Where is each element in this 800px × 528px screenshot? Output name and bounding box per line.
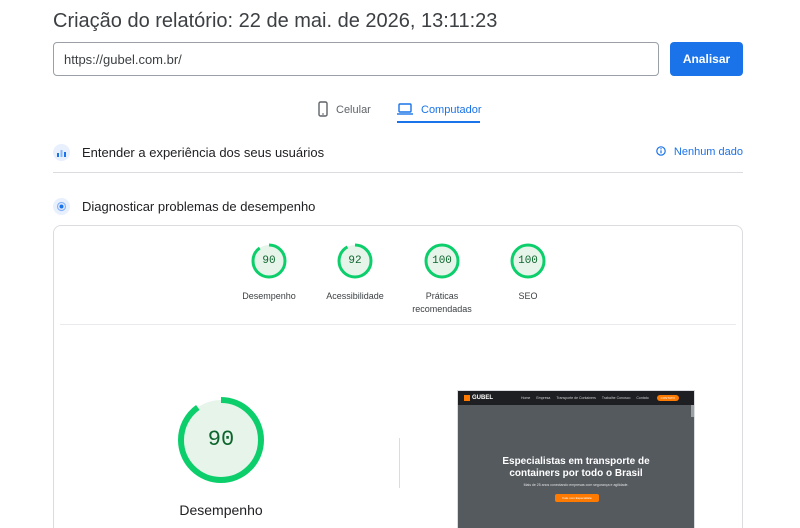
gauge-seo: 100 — [509, 242, 547, 280]
no-data-label: Nenhum dado — [673, 146, 743, 158]
score-accessibility-value: 92 — [348, 255, 362, 267]
page-screenshot: GUBEL Home Empresa Transporte de Contain… — [457, 390, 695, 528]
users-chart-icon — [53, 143, 70, 161]
page-title: Criação do relatório: 22 de mai. de 2026… — [53, 10, 498, 32]
score-best-practices-label: Práticas recomendadas — [412, 291, 472, 314]
tab-desktop-label: Computador — [421, 104, 482, 116]
screenshot-heading-line1: Especialistas em transporte de — [502, 456, 650, 467]
analyze-button[interactable]: Analisar — [670, 42, 743, 76]
logo-mark-icon — [464, 395, 470, 401]
score-best-practices[interactable]: 100 Práticas recomendadas — [402, 242, 482, 316]
score-accessibility[interactable]: 92 Acessibilidade — [315, 242, 395, 303]
card-divider — [60, 324, 736, 325]
laptop-icon — [397, 102, 413, 118]
score-performance-value: 90 — [262, 255, 276, 267]
experience-section: Entender a experiência dos seus usuários… — [53, 140, 743, 164]
gauge-best-practices: 100 — [423, 242, 461, 280]
url-input[interactable] — [53, 42, 659, 76]
score-seo-value: 100 — [518, 255, 538, 267]
scores-card: 90 Desempenho 92 Acessibilidade 100 Prát… — [53, 225, 743, 528]
score-seo-label: SEO — [518, 291, 538, 301]
phone-icon — [318, 100, 328, 120]
screenshot-menu-item: Empresa — [536, 396, 551, 400]
screenshot-menu-item: Transporte de Containers — [556, 396, 596, 400]
screenshot-scrollbar — [691, 405, 694, 417]
section-divider — [53, 172, 743, 173]
tab-mobile-label: Celular — [336, 104, 371, 116]
diagnose-title: Diagnosticar problemas de desempenho — [82, 198, 316, 214]
diagnose-icon — [53, 197, 70, 215]
tab-mobile[interactable]: Celular — [318, 96, 371, 124]
diagnose-section: Diagnosticar problemas de desempenho — [53, 194, 743, 218]
screenshot-heading: Especialistas em transporte de container… — [458, 456, 694, 480]
main-score-label: Desempenho — [179, 502, 263, 518]
gauge-performance: 90 — [250, 242, 288, 280]
score-accessibility-label: Acessibilidade — [326, 291, 384, 301]
main-performance-gauge: 90 — [177, 396, 265, 484]
score-performance-label: Desempenho — [242, 291, 296, 301]
tab-desktop[interactable]: Computador — [397, 96, 482, 124]
screenshot-cta: CONTATO — [656, 395, 679, 401]
screenshot-heading-line2: containers por todo o Brasil — [509, 468, 643, 479]
screenshot-menu-item: Home — [521, 396, 531, 400]
experience-title: Entender a experiência dos seus usuários — [82, 144, 325, 160]
screenshot-menu-item: Contato — [636, 396, 649, 400]
main-score-value: 90 — [207, 427, 235, 452]
score-best-practices-value: 100 — [432, 255, 452, 267]
score-performance[interactable]: 90 Desempenho — [229, 242, 309, 303]
screenshot-menu-item: Trabalhe Conosco — [601, 396, 631, 400]
active-tab-indicator — [397, 121, 480, 123]
gauge-accessibility: 92 — [336, 242, 374, 280]
screenshot-button: Fale com Especialista — [555, 494, 599, 502]
info-icon — [656, 145, 666, 159]
screenshot-navbar: GUBEL Home Empresa Transporte de Contain… — [458, 391, 694, 405]
score-seo[interactable]: 100 SEO — [488, 242, 568, 303]
screenshot-subtext: Mais de 25 anos conectando empresas com … — [523, 483, 629, 487]
screenshot-logo: GUBEL — [464, 395, 493, 401]
no-data-link[interactable]: Nenhum dado — [656, 145, 743, 159]
screenshot-menu: Home Empresa Transporte de Containers Tr… — [521, 396, 649, 400]
screenshot-logo-text: GUBEL — [472, 395, 493, 401]
vertical-divider — [399, 438, 400, 488]
